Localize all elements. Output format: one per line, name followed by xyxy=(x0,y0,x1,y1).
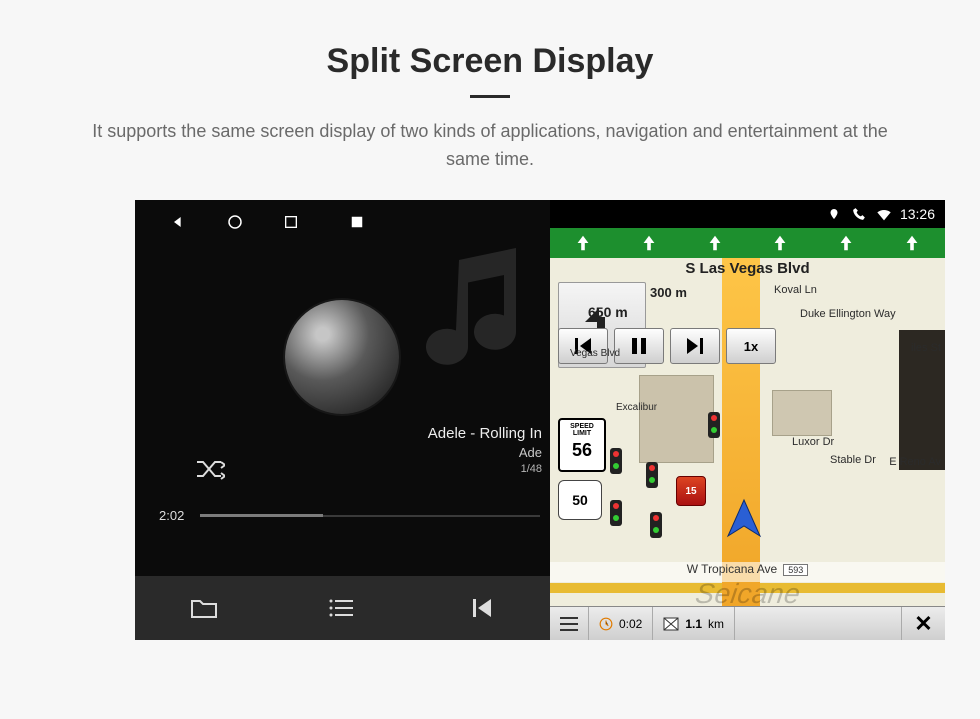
lane-arrow-icon xyxy=(771,234,789,252)
track-title: Adele - Rolling In xyxy=(428,425,542,442)
close-button[interactable]: ✕ xyxy=(901,607,945,640)
page-subtitle: It supports the same screen display of t… xyxy=(0,98,980,174)
track-count: 1/48 xyxy=(428,463,542,475)
map-building xyxy=(639,375,714,463)
phone-icon xyxy=(852,207,866,221)
album-art[interactable] xyxy=(285,300,399,414)
upcoming-street-label: W Tropicana Ave593 xyxy=(550,562,945,582)
sim-speed-button[interactable]: 1x xyxy=(726,328,776,364)
sim-next-button[interactable] xyxy=(670,328,720,364)
android-system-nav xyxy=(135,200,550,232)
android-status-bar: 13:26 xyxy=(550,200,945,228)
shuffle-icon[interactable] xyxy=(195,458,225,485)
lane-arrow-icon xyxy=(837,234,855,252)
current-street-label: S Las Vegas Blvd xyxy=(550,260,945,277)
elapsed-time: 2:02 xyxy=(159,508,184,523)
page-title: Split Screen Display xyxy=(0,0,980,81)
device-screenshot: Adele - Rolling In Ade 1/48 2:02 13:26 xyxy=(135,200,945,640)
map-label: Luxor Dr xyxy=(792,436,834,448)
map-building xyxy=(772,390,832,436)
next-turn-distance: 300 m xyxy=(650,285,687,300)
gallery-icon[interactable] xyxy=(347,212,367,232)
navigation-pane: 13:26 S Las Vegas Blvd 300 m 650 m 1x SP… xyxy=(550,200,945,640)
speed-limit-sign: SPEED LIMIT 56 xyxy=(558,418,606,472)
map-label: Duke Ellington Way xyxy=(800,308,896,320)
folder-icon[interactable] xyxy=(190,594,218,622)
lane-arrow-icon xyxy=(574,234,592,252)
previous-track-icon[interactable] xyxy=(467,594,495,622)
progress-bar[interactable] xyxy=(200,515,540,517)
lane-arrow-icon xyxy=(706,234,724,252)
eta-time: 0:02 xyxy=(589,607,653,640)
lane-arrow-icon xyxy=(640,234,658,252)
progress-row: 2:02 xyxy=(159,508,540,523)
back-icon[interactable] xyxy=(169,212,189,232)
lane-arrow-icon xyxy=(903,234,921,252)
home-icon[interactable] xyxy=(225,212,245,232)
map-label: Koval Ln xyxy=(774,284,817,296)
music-pane: Adele - Rolling In Ade 1/48 2:02 xyxy=(135,200,550,640)
nav-bottom-dashboard: 0:02 1.1km ✕ xyxy=(550,606,945,640)
wifi-icon xyxy=(876,207,890,221)
music-note-icon xyxy=(402,242,552,392)
map-label: iles St xyxy=(911,342,941,354)
playlist-icon[interactable] xyxy=(328,594,356,622)
map-highlighted-route xyxy=(722,228,760,606)
map-label: Excalibur xyxy=(616,402,657,413)
route-shield: 50 xyxy=(558,480,602,520)
location-pin-icon xyxy=(828,207,842,221)
status-clock: 13:26 xyxy=(900,206,935,222)
traffic-light-icon xyxy=(646,462,658,488)
menu-button[interactable] xyxy=(550,607,589,640)
recents-icon[interactable] xyxy=(281,212,301,232)
track-info: Adele - Rolling In Ade 1/48 xyxy=(428,425,542,475)
position-arrow-icon xyxy=(720,496,768,544)
remaining-distance: 1.1km xyxy=(653,607,735,640)
lane-guidance-bar xyxy=(550,228,945,258)
traffic-light-icon xyxy=(650,512,662,538)
track-artist: Ade xyxy=(428,445,542,460)
traffic-light-icon xyxy=(708,412,720,438)
traffic-light-icon xyxy=(610,500,622,526)
following-turn-distance: 650 m xyxy=(588,304,628,320)
map-label: E Reno Av xyxy=(889,456,941,468)
sim-pause-button[interactable] xyxy=(614,328,664,364)
music-bottom-bar xyxy=(135,576,550,640)
traffic-light-icon xyxy=(610,448,622,474)
interstate-shield: 15 xyxy=(676,476,706,506)
map-label: Vegas Blvd xyxy=(570,348,620,359)
map-label: Stable Dr xyxy=(830,454,876,466)
